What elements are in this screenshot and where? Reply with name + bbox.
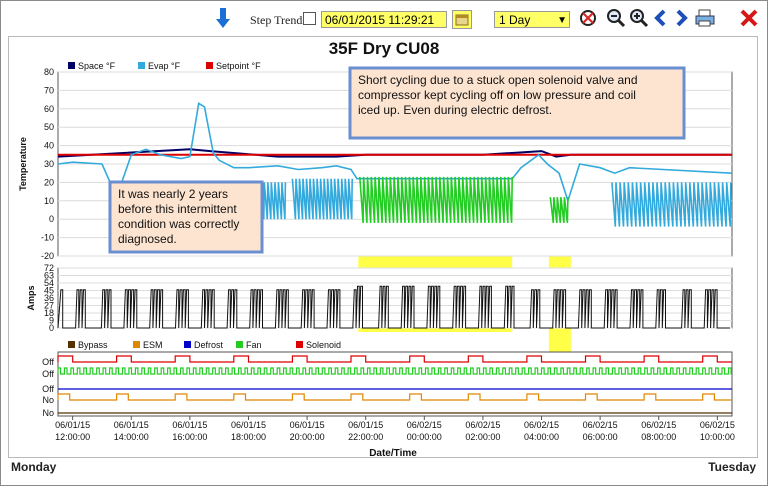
day-label-right: Tuesday [708,460,756,474]
temp-legend-swatch [138,62,145,69]
x-tick-date: 06/02/15 [465,420,500,430]
status-legend-label: Solenoid [306,340,341,350]
amps-tick-label: 72 [44,263,54,273]
temp-tick-label: -20 [41,251,54,261]
evap-cycling-short [359,176,513,223]
x-tick-time: 06:00:00 [583,432,618,442]
x-axis: 06/01/15 12:00:00 06/01/15 14:00:00 06/01/15… [55,416,735,442]
x-tick-date: 06/01/15 [348,420,383,430]
x-tick-time: 20:00:00 [290,432,325,442]
temp-legend-label: Evap °F [148,61,181,71]
status-legend-label: ESM [143,340,163,350]
x-tick-time: 18:00:00 [231,432,266,442]
temp-tick-label: -10 [41,233,54,243]
amps-panel: 0918273645546372Amps [26,263,733,333]
x-tick-time: 08:00:00 [641,432,676,442]
x-tick-time: 12:00:00 [55,432,90,442]
temp-legend-swatch [206,62,213,69]
status-tick-label: No [42,408,54,418]
status-legend-swatch [184,341,191,348]
x-tick-date: 06/02/15 [583,420,618,430]
status-legend-label: Defrost [194,340,224,350]
temp-tick-label: 20 [44,177,54,187]
x-tick-time: 14:00:00 [114,432,149,442]
x-tick-time: 22:00:00 [348,432,383,442]
status-legend-swatch [68,341,75,348]
amps-axis-label: Amps [26,285,36,310]
temp-tick-label: 80 [44,67,54,77]
temp-tick-label: 40 [44,141,54,151]
x-tick-date: 06/01/15 [290,420,325,430]
x-tick-date: 06/02/15 [641,420,676,430]
x-tick-time: 16:00:00 [172,432,207,442]
x-tick-date: 06/01/15 [55,420,90,430]
temp-legend-label: Space °F [78,61,116,71]
status-legend-swatch [296,341,303,348]
x-axis-label: Date/Time [369,448,417,459]
status-panel: OffOffOffNoNoBypass ESM Defrost Fan Solenoid [42,340,733,418]
x-tick-date: 06/01/15 [114,420,149,430]
x-tick-date: 06/02/15 [407,420,442,430]
status-legend-label: Bypass [78,340,108,350]
temp-tick-label: 50 [44,122,54,132]
temp-tick-label: 70 [44,85,54,95]
x-tick-time: 02:00:00 [465,432,500,442]
status-legend-swatch [236,341,243,348]
temp-tick-label: 0 [49,214,54,224]
day-label-left: Monday [11,460,57,474]
x-tick-time: 10:00:00 [700,432,735,442]
x-tick-time: 00:00:00 [407,432,442,442]
x-tick-time: 04:00:00 [524,432,559,442]
x-tick-date: 06/01/15 [231,420,266,430]
temp-tick-label: 60 [44,104,54,114]
status-tick-label: No [42,395,54,405]
status-tick-label: Off [42,357,54,367]
x-tick-date: 06/01/15 [172,420,207,430]
x-tick-date: 06/02/15 [700,420,735,430]
temp-axis-label: Temperature [18,137,28,191]
temp-legend-label: Setpoint °F [216,61,261,71]
temp-tick-label: 30 [44,159,54,169]
status-legend-label: Fan [246,340,262,350]
status-legend-swatch [133,341,140,348]
trend-chart: 35F Dry CU08 -20 -10 0 10 20 30 40 50 60 70 80 Temp… [18,39,735,459]
temp-legend-swatch [68,62,75,69]
temp-tick-label: 10 [44,196,54,206]
x-tick-date: 06/02/15 [524,420,559,430]
status-tick-label: Off [42,369,54,379]
chart-title: 35F Dry CU08 [329,39,440,58]
status-tick-label: Off [42,384,54,394]
